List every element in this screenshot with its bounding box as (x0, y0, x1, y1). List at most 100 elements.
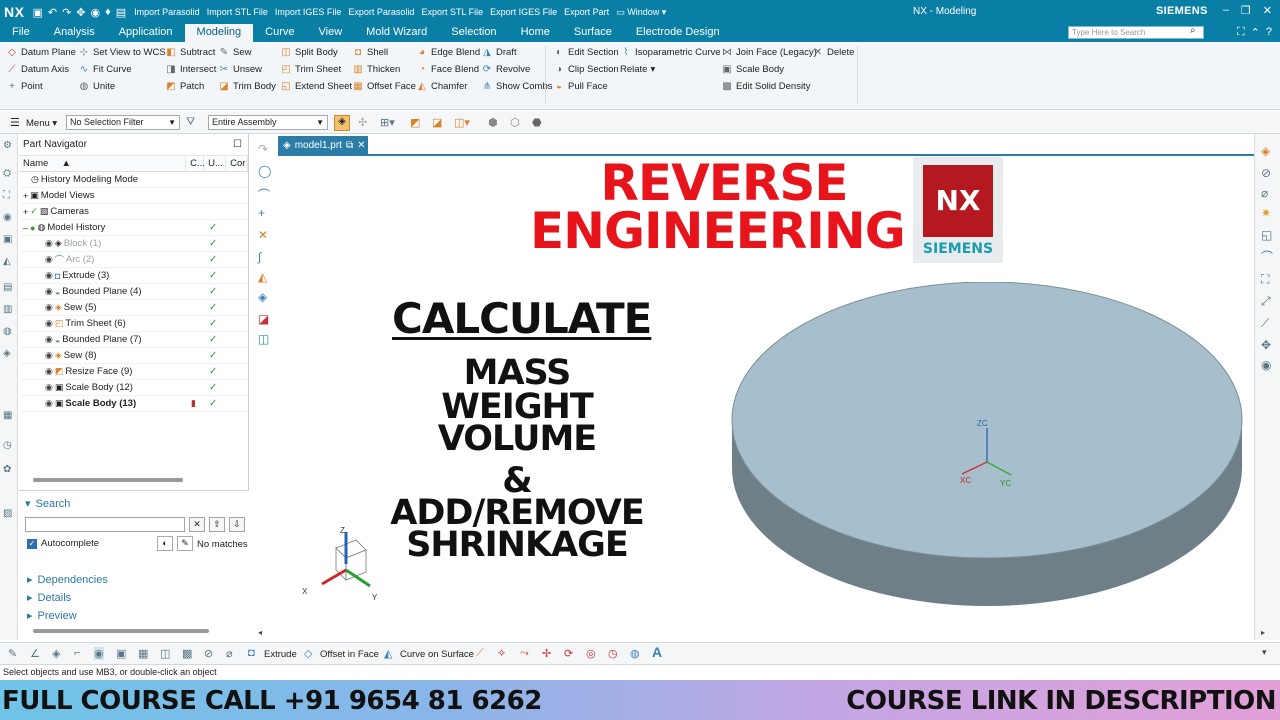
search-up-button[interactable]: ⇧ (209, 517, 225, 532)
dimension-icon[interactable]: ⟡ (498, 647, 505, 660)
export-iges-command[interactable]: Export IGES File (490, 7, 557, 17)
tab-surface[interactable]: Surface (562, 24, 624, 42)
select-face-icon[interactable]: ◩ (410, 116, 420, 129)
offset-in-face-button[interactable]: Offset in Face (320, 649, 379, 660)
measure-icon[interactable]: ⟋ (1261, 316, 1269, 331)
hide-icon[interactable]: ⊘ (1261, 166, 1271, 180)
extrude-icon[interactable]: ◘ (248, 647, 255, 659)
tab-curve[interactable]: Curve (253, 24, 306, 42)
eye-icon[interactable]: ◉ (45, 286, 53, 297)
arc-icon[interactable]: ⌒ (258, 186, 270, 203)
show-hide-icon[interactable]: ⌀ (1261, 186, 1268, 200)
unsew-button[interactable]: ✂ Unsew (218, 64, 262, 75)
document-tab[interactable]: ◈ model1.prt ⧉ ✕ (278, 136, 368, 154)
sketch-icon[interactable]: ◭ (258, 270, 267, 284)
select-edge-icon[interactable]: ◪ (432, 116, 442, 129)
details-horizontal-scrollbar[interactable] (33, 629, 209, 633)
thicken-button[interactable]: ▥ Thicken (352, 64, 400, 75)
sew-button[interactable]: ✎ Sew (218, 47, 252, 58)
save-icon[interactable]: ▣ (32, 6, 42, 19)
column-name[interactable]: Name ▲ (19, 156, 187, 171)
tree-row-feature[interactable]: ◉ ◈ Block (1) ✓ (19, 236, 248, 252)
set-view-to-wcs-button[interactable]: ⊹ Set View to WCS (78, 47, 166, 58)
menu-button[interactable]: Menu ▾ (26, 118, 57, 129)
cross-icon[interactable]: ✢ (542, 647, 551, 660)
constraint-navigator-icon[interactable]: ⛶ (3, 190, 10, 201)
extrude-button[interactable]: Extrude (264, 649, 297, 660)
shaded-icon[interactable]: ◈ (1261, 144, 1270, 158)
trim-sheet-button[interactable]: ◰ Trim Sheet (280, 64, 341, 75)
visualization-icon[interactable]: ▨ (3, 508, 12, 519)
line-tool-icon[interactable]: ⟋ (476, 647, 484, 660)
patch-button[interactable]: ◩ Patch (165, 81, 204, 92)
select-body-icon[interactable]: ◈ (334, 115, 350, 131)
datum-axis-button[interactable]: ⟋ Datum Axis (6, 64, 70, 75)
column-comment[interactable]: Cor (226, 156, 248, 171)
graphics-window[interactable]: REVERSE ENGINEERING CALCULATE MASS WEIGH… (278, 154, 1254, 640)
scroll-right-icon[interactable]: ▸ (1261, 628, 1265, 637)
eye-icon[interactable]: ◉ (45, 238, 53, 249)
expand-icon[interactable]: + (23, 191, 28, 201)
spline-icon[interactable]: ∫ (258, 250, 261, 264)
unite-button[interactable]: ◍ Unite (78, 81, 116, 92)
search-section-header[interactable]: ▾ Search (25, 497, 70, 511)
import-stl-command[interactable]: Import STL File (207, 7, 268, 17)
autocomplete-checkbox[interactable]: ✓ Autocomplete (27, 538, 99, 549)
box-icon[interactable]: ▣ (116, 647, 126, 660)
tab-electrode-design[interactable]: Electrode Design (624, 24, 732, 42)
circle-icon[interactable]: ◯ (258, 164, 271, 178)
view-orient-icon[interactable]: ⬣ (532, 116, 542, 129)
undo-icon[interactable]: ↶ (48, 6, 57, 19)
search-down-button[interactable]: ⇩ (229, 517, 245, 532)
column-current[interactable]: C... (186, 156, 205, 171)
solid-icon[interactable]: ◫ (160, 647, 170, 660)
tree-row-model-history[interactable]: – ● ◍ Model History ✓ (19, 220, 248, 236)
mesh-icon[interactable]: ▦ (138, 647, 148, 660)
shell-button[interactable]: ◘ Shell (352, 47, 388, 58)
disc-model[interactable]: ZC XC YC (728, 282, 1248, 612)
eye-icon[interactable]: ◉ (45, 318, 53, 329)
join-face-button[interactable]: ⋈ Join Face (Legacy) (721, 47, 817, 58)
split-body-button[interactable]: ◫ Split Body (280, 47, 338, 58)
tree-row-feature[interactable]: ◉ ◈ Sew (8) ✓ (19, 348, 248, 364)
maximize-icon[interactable]: ☐ (233, 139, 242, 150)
clip-section-button[interactable]: ◑ Clip Section (553, 64, 619, 75)
tab-application[interactable]: Application (107, 24, 185, 42)
render-icon[interactable]: ◉ (91, 6, 101, 19)
edit-solid-density-button[interactable]: ▩ Edit Solid Density (721, 81, 810, 92)
web-browser-icon[interactable]: ▤ (3, 282, 12, 293)
window-menu[interactable]: ▭ Window ▾ (616, 7, 666, 18)
collapse-ribbon-icon[interactable]: ⌃ (1251, 26, 1260, 39)
scroll-left-icon[interactable]: ◂ (258, 628, 262, 637)
curve-tool-icon[interactable]: ⤳ (520, 647, 529, 660)
selection-filter-select[interactable]: No Selection Filter ▼ (66, 115, 180, 130)
snap-point-icon[interactable]: ⊞▾ (380, 116, 395, 129)
scale-body-button[interactable]: ▣ Scale Body (721, 64, 784, 75)
expand-icon[interactable]: + (23, 207, 28, 217)
eye-icon[interactable]: ◉ (45, 302, 53, 313)
offset-in-face-icon[interactable]: ◇ (304, 647, 312, 660)
chamfer-button[interactable]: ◭ Chamfer (416, 81, 467, 92)
revolve-button[interactable]: ⟳ Revolve (481, 64, 531, 75)
clock-icon[interactable]: ◷ (3, 440, 12, 451)
restore-icon[interactable]: ❐ (1241, 4, 1251, 17)
tree-row-feature[interactable]: ◉ ◈ Sew (5) ✓ (19, 300, 248, 316)
line-icon[interactable]: + (258, 206, 265, 220)
eye-icon[interactable]: ◉ (45, 398, 53, 409)
tree-row-feature[interactable]: ◉ ▣ Scale Body (12) ✓ (19, 380, 248, 396)
pin-icon[interactable]: ⧉ (346, 140, 353, 151)
tab-analysis[interactable]: Analysis (42, 24, 107, 42)
roles-icon[interactable]: ◈ (3, 348, 11, 359)
sketch-pen-icon[interactable]: ✎ (8, 647, 17, 660)
shaded-view-icon[interactable]: ⬢ (488, 116, 498, 129)
edge-blend-button[interactable]: ◕ Edge Blend (416, 47, 480, 58)
offset-icon[interactable]: ◪ (258, 312, 269, 326)
scope-select[interactable]: Entire Assembly ▼ (208, 115, 328, 130)
text-icon[interactable]: A (652, 644, 662, 660)
tree-row-model-views[interactable]: + ▣ Model Views (19, 188, 248, 204)
timer-icon[interactable]: ◷ (608, 647, 618, 660)
tab-selection[interactable]: Selection (439, 24, 508, 42)
tree-row-feature[interactable]: ◉ ⌒ Arc (2) ✓ (19, 252, 248, 268)
select-feature-icon[interactable]: ✣ (358, 116, 367, 129)
view-select-icon[interactable]: ◉ (94, 647, 104, 660)
